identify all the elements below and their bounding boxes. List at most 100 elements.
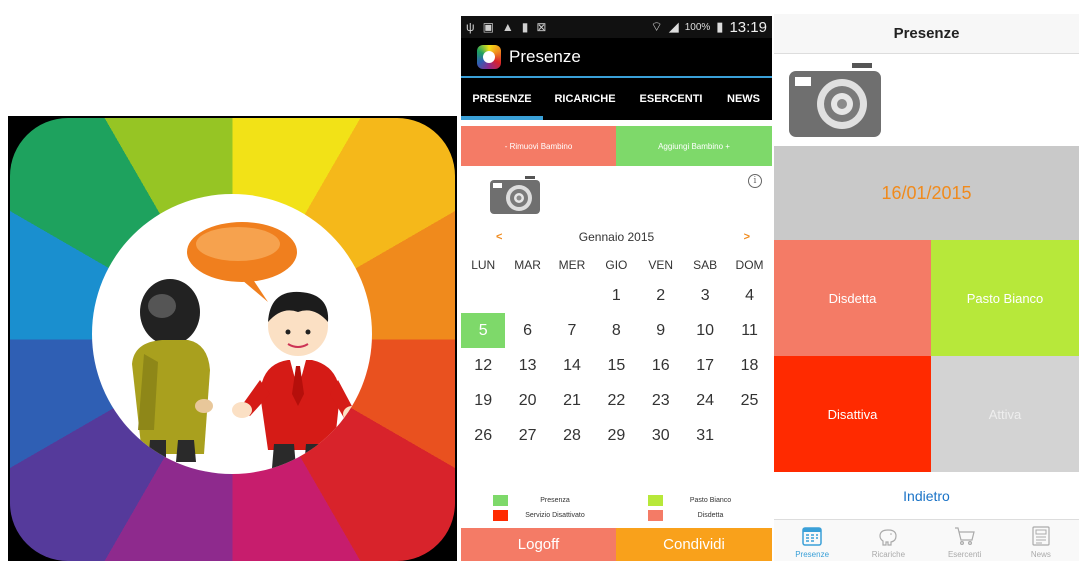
disattiva-button[interactable]: Disattiva (774, 356, 931, 472)
legend-label: Servizio Disattivato (525, 512, 585, 519)
tab-bar: PRESENZE RICARICHE ESERCENTI NEWS (461, 78, 772, 120)
calendar-day (550, 278, 594, 313)
camera-icon[interactable] (489, 175, 541, 215)
calendar-day[interactable]: 29 (594, 418, 638, 453)
calendar-day[interactable]: 4 (727, 278, 771, 313)
back-button[interactable]: Indietro (903, 488, 950, 504)
calendar-day[interactable]: 18 (727, 348, 771, 383)
tab-label: Esercenti (947, 550, 982, 559)
calendar-day[interactable]: 2 (639, 278, 683, 313)
legend-item: Disdetta (616, 510, 772, 521)
date-panel: 16/01/2015 (774, 146, 1079, 240)
warning-icon: ▲ (501, 20, 514, 34)
calendar-day[interactable]: 23 (639, 383, 683, 418)
remove-child-button[interactable]: - Rimuovi Bambino (461, 126, 616, 166)
calendar-day[interactable]: 30 (639, 418, 683, 453)
calendar-day[interactable]: 15 (594, 348, 638, 383)
legend-label: Presenza (540, 497, 570, 504)
calendar-week: 12 13 14 15 16 17 18 (461, 348, 772, 383)
tab-label: Presenze (795, 550, 830, 559)
selected-date: 16/01/2015 (881, 182, 972, 203)
status-grid: Disdetta Pasto Bianco Disattiva Attiva (774, 240, 1079, 472)
calendar-day[interactable]: 8 (594, 313, 638, 348)
weekday-label: SAB (693, 258, 718, 272)
battery-percent: 100% (684, 21, 711, 33)
calendar-day[interactable]: 3 (683, 278, 727, 313)
calendar-day[interactable]: 6 (505, 313, 549, 348)
usb-icon: ψ (466, 20, 475, 34)
tab-esercenti[interactable]: ESERCENTI (627, 78, 715, 120)
logoff-button[interactable]: Logoff (461, 528, 616, 561)
no-sim-icon: ⊠ (536, 20, 547, 34)
prev-month-button[interactable]: < (496, 231, 502, 243)
tab-news[interactable]: NEWS (715, 78, 772, 120)
calendar-day[interactable]: 12 (461, 348, 505, 383)
cart-icon (954, 527, 975, 546)
calendar-day[interactable]: 22 (594, 383, 638, 418)
calendar: LUN MAR MER GIO VEN SAB DOM 1 2 3 4 5 6 … (461, 252, 772, 453)
calendar-day (505, 278, 549, 313)
camera-icon[interactable] (788, 62, 882, 138)
attiva-button[interactable]: Attiva (931, 356, 1079, 472)
ios-screen: Presenze 16/01/2015 Disdetta Pasto Bianc… (774, 14, 1079, 561)
navigation-bar: Presenze (774, 14, 1079, 54)
weekday-label: MAR (514, 258, 541, 272)
tab-presenze[interactable]: PRESENZE (461, 78, 543, 120)
calendar-day (461, 278, 505, 313)
calendar-day[interactable]: 16 (639, 348, 683, 383)
weekday-header: LUN MAR MER GIO VEN SAB DOM (461, 252, 772, 278)
add-child-button[interactable]: Aggiungi Bambino + (616, 126, 772, 166)
screenshot-stage: ψ ▣ ▲ ▮ ⊠ ⌔ ◢ 100% ▮ 13:19 Presenze PRES… (0, 0, 1079, 561)
signal-icon: ◢ (668, 19, 679, 34)
bottom-actions: Logoff Condividi (461, 528, 772, 561)
weekday-label: DOM (735, 258, 764, 272)
legend-label: Disdetta (697, 512, 724, 519)
calendar-day[interactable]: 31 (683, 418, 727, 453)
pasto-bianco-button[interactable]: Pasto Bianco (931, 240, 1079, 356)
piggy-bank-icon (879, 529, 897, 546)
calendar-day[interactable]: 26 (461, 418, 505, 453)
calendar-day[interactable]: 11 (727, 313, 771, 348)
app-icon (10, 118, 455, 561)
month-navigator: < Gennaio 2015 > (461, 226, 772, 248)
calendar-icon (802, 527, 822, 546)
page-title: Presenze (893, 25, 960, 42)
wifi-icon: ⌔ (650, 19, 663, 34)
calendar-day[interactable]: 14 (550, 348, 594, 383)
calendar-day[interactable]: 24 (683, 383, 727, 418)
tab-ricariche[interactable]: RICARICHE (543, 78, 627, 120)
calendar-day[interactable]: 27 (505, 418, 549, 453)
tab-news-ios[interactable]: News (1003, 520, 1079, 561)
tab-label: Ricariche (871, 550, 906, 559)
calendar-day[interactable]: 10 (683, 313, 727, 348)
calendar-day[interactable]: 13 (505, 348, 549, 383)
tab-presenze-ios[interactable]: Presenze (774, 520, 850, 561)
calendar-day (727, 418, 771, 453)
weekday-label: MER (558, 258, 586, 272)
legend-item: Presenza (461, 495, 616, 506)
next-month-button[interactable]: > (744, 231, 750, 243)
status-bar: ψ ▣ ▲ ▮ ⊠ ⌔ ◢ 100% ▮ 13:19 (461, 16, 772, 38)
calendar-day[interactable]: 17 (683, 348, 727, 383)
calendar-day[interactable]: 9 (639, 313, 683, 348)
tab-ricariche-ios[interactable]: Ricariche (850, 520, 926, 561)
calendar-week: 19 20 21 22 23 24 25 (461, 383, 772, 418)
calendar-day[interactable]: 20 (505, 383, 549, 418)
calendar-day[interactable]: 1 (594, 278, 638, 313)
disdetta-button[interactable]: Disdetta (774, 240, 931, 356)
photo-area (774, 54, 1079, 146)
calendar-day[interactable]: 21 (550, 383, 594, 418)
calendar-day[interactable]: 19 (461, 383, 505, 418)
calendar-day-selected[interactable]: 5 (461, 313, 506, 348)
sim-icon: ▮ (521, 20, 529, 34)
calendar-day[interactable]: 7 (550, 313, 594, 348)
tab-esercenti-ios[interactable]: Esercenti (927, 520, 1003, 561)
legend-swatch-pasto-bianco (648, 495, 663, 506)
calendar-week: 5 6 7 8 9 10 11 (461, 313, 772, 348)
calendar-day[interactable]: 25 (727, 383, 771, 418)
calendar-day[interactable]: 28 (550, 418, 594, 453)
share-button[interactable]: Condividi (616, 528, 772, 561)
legend-label: Pasto Bianco (689, 497, 732, 504)
info-icon[interactable]: i (748, 174, 762, 188)
calendar-week: 1 2 3 4 (461, 278, 772, 313)
